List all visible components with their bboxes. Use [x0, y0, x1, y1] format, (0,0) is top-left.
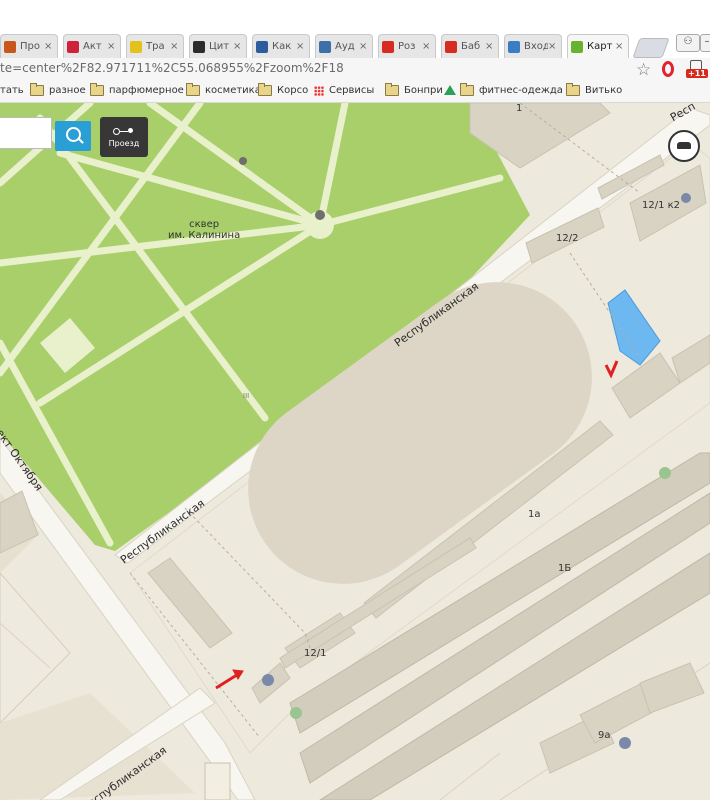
bookmark-item[interactable]: Сервисы [314, 85, 374, 96]
folder-icon [385, 83, 399, 96]
browser-tab[interactable]: Цит × [189, 34, 247, 58]
mail-bird-icon [508, 40, 520, 53]
tab-label: Тра [146, 41, 165, 52]
bookmark-label: Бонпри [404, 85, 443, 96]
entrance-marker: III [243, 392, 250, 400]
bookmark-label: Витько [585, 85, 623, 96]
bookmark-item[interactable]: фитнес-одежда [460, 83, 563, 96]
minimize-button[interactable]: – [700, 34, 710, 52]
car-icon [677, 142, 691, 149]
tab-label: Как [272, 41, 292, 52]
map-view[interactable]: Проезд сквер им. Калинина Республиканска… [0, 103, 710, 800]
browser-tab[interactable]: Как × [252, 34, 310, 58]
route-icon [113, 127, 135, 135]
browser-tab[interactable]: Роз × [378, 34, 436, 58]
bookmark-label: тать [0, 85, 24, 96]
close-tab-icon[interactable]: × [548, 41, 558, 52]
apps-grid-icon [314, 85, 324, 96]
bookmark-label: Корсо [277, 85, 309, 96]
tab-label: Цит [209, 41, 230, 52]
park-label: сквер им. Калинина [168, 219, 241, 241]
building-label-1a: 1а [528, 509, 541, 520]
close-tab-icon[interactable]: × [422, 41, 432, 52]
close-tab-icon[interactable]: × [296, 41, 306, 52]
b-logo-icon [193, 40, 205, 53]
browser-tab[interactable]: Про × [0, 34, 58, 58]
tab-label: Вход [524, 41, 548, 52]
close-tab-icon[interactable]: × [107, 41, 117, 52]
opera-extension-icon[interactable] [662, 61, 674, 77]
browser-tab-strip: Про × Акт × Тра × Цит × Как × Ауд × Роз × Баб × Вход × Кар… [0, 0, 710, 58]
browser-tab[interactable]: Тра × [126, 34, 184, 58]
map-search-input[interactable] [0, 117, 52, 149]
folder-icon [186, 83, 200, 96]
bookmark-label: разное [49, 85, 86, 96]
extension-button[interactable]: +11 [686, 60, 708, 78]
bookmark-label: парфюмерное [109, 85, 184, 96]
bookmark-item[interactable]: парфюмерное [90, 83, 184, 96]
bookmark-star-icon[interactable]: ☆ [636, 60, 651, 80]
bookmark-item[interactable] [444, 85, 461, 95]
tab-label: Роз [398, 41, 416, 52]
extension-badge: +11 [686, 69, 708, 78]
tab-list: Про × Акт × Тра × Цит × Как × Ауд × Роз × Баб × Вход × Кар… [0, 34, 710, 58]
k-logo-icon [67, 40, 79, 53]
bookmark-item[interactable]: косметика [186, 83, 261, 96]
browser-tab[interactable]: Акт × [63, 34, 121, 58]
bookmark-item[interactable]: Витько [566, 83, 623, 96]
building-label-1: 1 [516, 103, 523, 114]
close-tab-icon[interactable]: × [359, 41, 369, 52]
youtube-icon [445, 40, 457, 53]
close-tab-icon[interactable]: × [615, 41, 625, 52]
smiley-icon [130, 40, 142, 53]
tab-label: Карт [587, 41, 613, 52]
user-profile-icon[interactable]: ⚇ [676, 34, 700, 52]
building-label-9a: 9а [598, 730, 611, 741]
close-tab-icon[interactable]: × [233, 41, 243, 52]
bookmark-label: косметика [205, 85, 261, 96]
browser-tab[interactable]: Ауд × [315, 34, 373, 58]
tab-label: Ауд [335, 41, 355, 52]
tab-label: Акт [83, 41, 102, 52]
building-label-1b: 1Б [558, 563, 572, 574]
bookmark-label: фитнес-одежда [479, 85, 563, 96]
youtube-icon [382, 40, 394, 53]
route-button[interactable]: Проезд [100, 117, 148, 157]
tab-label: Про [20, 41, 40, 52]
folder-icon [30, 83, 44, 96]
bookmark-item[interactable]: Бонпри [385, 83, 443, 96]
folder-icon [258, 83, 272, 96]
map-search-button[interactable] [55, 121, 91, 151]
url-input[interactable]: te=center%2F82.971711%2C55.068955%2Fzoom… [0, 61, 344, 75]
bookmark-item[interactable]: Корсо [258, 83, 309, 96]
route-button-label: Проезд [108, 139, 140, 148]
traffic-car-button[interactable] [668, 130, 700, 162]
address-bar: te=center%2F82.971711%2C55.068955%2Fzoom… [0, 58, 710, 83]
building-label-12-2: 12/2 [556, 233, 579, 244]
pause-icon [319, 40, 331, 53]
close-tab-icon[interactable]: × [44, 41, 54, 52]
2gis-icon [571, 40, 583, 53]
browser-tab[interactable]: Баб × [441, 34, 499, 58]
folder-icon [460, 83, 474, 96]
folder-icon [90, 83, 104, 96]
drive-icon [444, 85, 456, 95]
close-tab-icon[interactable]: × [170, 41, 180, 52]
browser-tab[interactable]: Вход × [504, 34, 562, 58]
bookmark-label: Сервисы [329, 85, 375, 96]
tab-label: Баб [461, 41, 481, 52]
globe-icon [256, 40, 268, 53]
building-label-12-1: 12/1 [304, 648, 327, 659]
map-canvas [0, 103, 710, 800]
folder-icon [566, 83, 580, 96]
squirrel-icon [4, 40, 16, 53]
bookmark-item[interactable]: тать [0, 85, 24, 96]
close-tab-icon[interactable]: × [485, 41, 495, 52]
bookmarks-bar: тать разное парфюмерное косметика Корсо Серви… [0, 82, 710, 103]
building-label-12-1-k2: 12/1 к2 [642, 200, 681, 211]
browser-tab[interactable]: Карт × [567, 34, 629, 58]
bookmark-item[interactable]: разное [30, 83, 86, 96]
